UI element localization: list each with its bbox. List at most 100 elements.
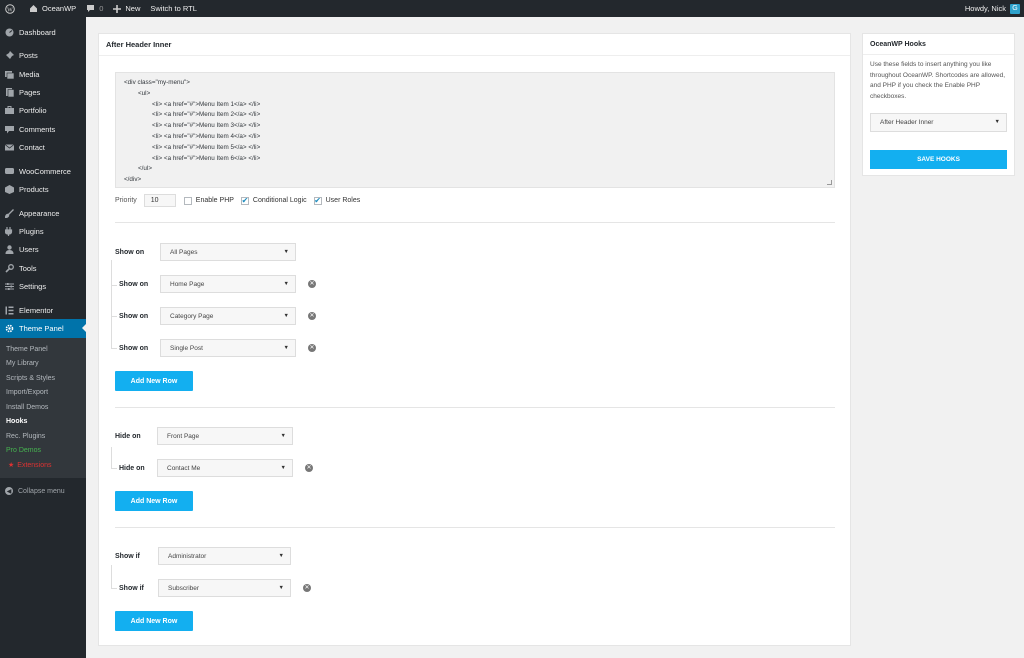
remove-row-icon[interactable]: ✕ <box>308 344 316 352</box>
user-roles-option[interactable]: ✔ User Roles <box>313 196 360 205</box>
account-menu[interactable]: Howdy, Nick G <box>964 3 1024 14</box>
new-label: New <box>125 4 141 13</box>
tree-line <box>111 588 117 589</box>
submenu-rec-plugins[interactable]: Rec. Plugins <box>0 429 86 444</box>
enable-php-option[interactable]: Enable PHP <box>183 196 234 205</box>
show-on-label: Show on <box>119 312 149 320</box>
oceanwp-hooks-panel: OceanWP Hooks Use these fields to insert… <box>862 33 1015 176</box>
comments-link[interactable]: 0 <box>81 0 108 17</box>
pages-icon <box>5 88 14 98</box>
show-on-label: Show on <box>119 280 149 288</box>
sidebar-item-users[interactable]: Users <box>0 241 86 259</box>
resize-handle[interactable] <box>827 180 832 185</box>
panel-title: After Header Inner <box>99 34 850 56</box>
new-content-link[interactable]: New <box>108 0 145 17</box>
gear-icon <box>5 324 14 333</box>
tree-line <box>111 285 117 286</box>
remove-row-icon[interactable]: ✕ <box>308 280 316 288</box>
add-new-row-button[interactable]: Add New Row <box>115 491 193 511</box>
dropdown-arrow-icon: ▼ <box>283 249 289 255</box>
dropdown-arrow-icon: ▼ <box>280 465 286 471</box>
admin-sidebar: Dashboard Posts Media Pages Portfolio Co… <box>0 17 86 658</box>
add-new-row-button[interactable]: Add New Row <box>115 371 193 391</box>
comment-icon <box>5 125 14 134</box>
sidebar-item-products[interactable]: Products <box>0 180 86 198</box>
enable-php-checkbox[interactable] <box>183 196 192 205</box>
show-if-select[interactable]: Subscriber ▼ <box>158 579 291 597</box>
submenu-pro-demos[interactable]: Pro Demos <box>0 443 86 458</box>
submenu-extensions[interactable]: ★ Extensions <box>0 458 86 473</box>
theme-panel-submenu: Theme Panel My Library Scripts & Styles … <box>0 337 86 479</box>
remove-row-icon[interactable]: ✕ <box>305 464 313 472</box>
sidebar-item-pages[interactable]: Pages <box>0 83 86 101</box>
code-line: <ul> <box>124 89 151 97</box>
hook-select[interactable]: After Header Inner ▼ <box>870 113 1007 132</box>
sidebar-item-dashboard[interactable]: Dashboard <box>0 23 86 41</box>
submenu-my-library[interactable]: My Library <box>0 356 86 371</box>
show-on-select[interactable]: Category Page ▼ <box>160 307 296 325</box>
add-new-row-button[interactable]: Add New Row <box>115 611 193 631</box>
sidebar-item-comments[interactable]: Comments <box>0 120 86 138</box>
brush-icon <box>5 208 14 218</box>
woo-icon <box>5 167 14 176</box>
sidebar-item-settings[interactable]: Settings <box>0 277 86 295</box>
hide-on-label: Hide on <box>115 432 141 440</box>
conditional-logic-checkbox[interactable]: ✔ <box>240 196 249 205</box>
sidebar-item-media[interactable]: Media <box>0 65 86 83</box>
conditional-logic-option[interactable]: ✔ Conditional Logic <box>240 196 307 205</box>
save-hooks-button[interactable]: Save Hooks <box>870 150 1007 169</box>
code-line: <li> <a href="#">Menu Item 2</a> </li> <box>124 111 261 119</box>
sidebar-item-elementor[interactable]: Elementor <box>0 301 86 319</box>
submenu-hooks[interactable]: Hooks <box>0 414 86 429</box>
dropdown-arrow-icon: ▼ <box>280 433 286 439</box>
switch-rtl-link[interactable]: Switch to RTL <box>145 0 202 17</box>
options-row: Priority 10 Enable PHP ✔ Conditional Logi… <box>115 194 367 207</box>
sidebar-item-posts[interactable]: Posts <box>0 47 86 65</box>
hide-on-select[interactable]: Front Page ▼ <box>157 427 293 445</box>
howdy-text: Howdy, Nick <box>964 4 1006 13</box>
sidebar-item-appearance[interactable]: Appearance <box>0 204 86 222</box>
hide-on-select[interactable]: Contact Me ▼ <box>157 459 293 477</box>
collapse-menu-button[interactable]: ◀ Collapse menu <box>0 482 86 500</box>
hide-on-subrow: Hide on Contact Me ▼ ✕ <box>119 459 313 477</box>
mail-icon <box>5 143 14 152</box>
tree-line <box>111 447 112 468</box>
submenu-install-demos[interactable]: Install Demos <box>0 400 86 415</box>
show-on-subrow: Show on Single Post ▼ ✕ <box>119 339 316 357</box>
sidebar-item-woocommerce[interactable]: WooCommerce <box>0 162 86 180</box>
dashboard-icon <box>5 28 14 37</box>
show-on-label: Show on <box>119 344 149 352</box>
code-editor[interactable]: <div class="my-menu"> <ul> <li> <a href=… <box>115 72 835 188</box>
show-on-select[interactable]: Home Page ▼ <box>160 275 296 293</box>
sidebar-item-contact[interactable]: Contact <box>0 138 86 156</box>
svg-text:W: W <box>7 7 13 13</box>
site-name-link[interactable]: OceanWP <box>24 0 81 17</box>
submenu-theme-panel[interactable]: Theme Panel <box>0 342 86 357</box>
priority-input[interactable]: 10 <box>143 194 176 207</box>
show-on-select[interactable]: Single Post ▼ <box>160 339 296 357</box>
show-on-select[interactable]: All Pages ▼ <box>160 243 296 261</box>
code-line: <li> <a href="#">Menu Item 4</a> </li> <box>124 132 261 140</box>
code-line: <li> <a href="#">Menu Item 5</a> </li> <box>124 143 261 151</box>
submenu-import-export[interactable]: Import/Export <box>0 385 86 400</box>
sidebar-item-portfolio[interactable]: Portfolio <box>0 102 86 120</box>
sidebar-item-theme-panel[interactable]: Theme Panel <box>0 319 86 338</box>
dropdown-arrow-icon: ▼ <box>283 281 289 287</box>
divider <box>115 222 835 223</box>
user-roles-checkbox[interactable]: ✔ <box>313 196 322 205</box>
home-icon <box>30 5 37 12</box>
remove-row-icon[interactable]: ✕ <box>308 312 316 320</box>
show-if-select[interactable]: Administrator ▼ <box>158 547 291 565</box>
sidebar-item-tools[interactable]: Tools <box>0 259 86 277</box>
code-line: <li> <a href="#">Menu Item 6</a> </li> <box>124 154 261 162</box>
code-line: <li> <a href="#">Menu Item 3</a> </li> <box>124 122 261 130</box>
submenu-scripts-styles[interactable]: Scripts & Styles <box>0 371 86 386</box>
site-name: OceanWP <box>42 4 77 13</box>
code-line: </ul> <box>124 165 153 173</box>
sidebar-item-plugins[interactable]: Plugins <box>0 222 86 240</box>
dropdown-arrow-icon: ▼ <box>994 119 1000 125</box>
remove-row-icon[interactable]: ✕ <box>303 584 311 592</box>
wp-logo[interactable]: W <box>0 0 24 17</box>
dropdown-arrow-icon: ▼ <box>278 585 284 591</box>
plus-icon <box>113 4 122 13</box>
